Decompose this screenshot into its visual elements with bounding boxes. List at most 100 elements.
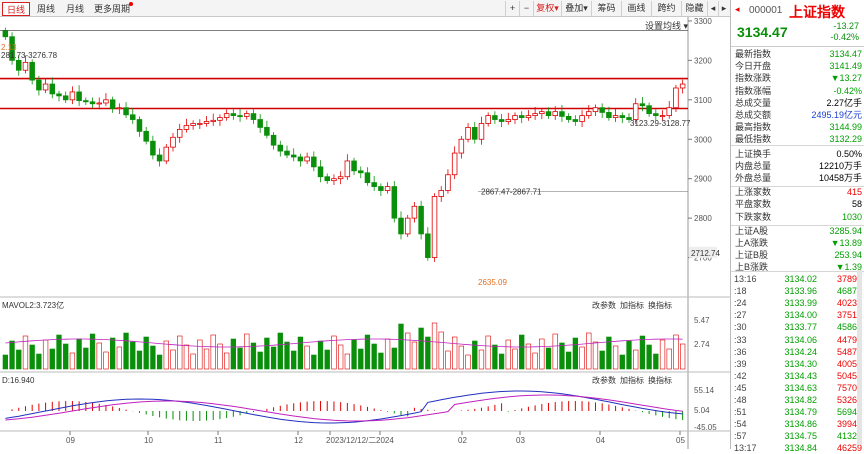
volume-bar xyxy=(250,342,257,370)
tick-price: 3134.86 xyxy=(784,419,817,430)
stat-value: ▼13.27 xyxy=(830,73,862,84)
candle-body xyxy=(244,113,250,117)
macd-y-label: -45.05 xyxy=(694,423,717,432)
candle-body xyxy=(599,107,605,113)
candle-body xyxy=(384,186,391,191)
volume-bar xyxy=(458,345,465,370)
volume-bar xyxy=(525,343,532,370)
collapse-icon[interactable]: ◂ xyxy=(735,4,740,15)
macd-menu-button: 加指标 xyxy=(620,375,644,385)
stat-value: 3132.29 xyxy=(829,134,862,145)
tab-monthly[interactable]: 月线 xyxy=(62,2,88,16)
stat-row: 指数涨跌 ▼13.27 xyxy=(731,72,864,84)
candle-body xyxy=(250,113,257,120)
tick-row: :42 3134.43 50451 xyxy=(731,370,864,382)
volume-bar xyxy=(438,331,444,370)
candle-body xyxy=(445,174,451,191)
candle-body xyxy=(217,117,223,121)
x-tick-label: 02 xyxy=(458,436,467,445)
stat-value: 2495.19亿元 xyxy=(811,110,862,120)
volume-bar xyxy=(237,347,243,370)
macd-y-label: 55.14 xyxy=(694,386,715,395)
volume-bar xyxy=(532,352,538,370)
volume-bar xyxy=(498,353,505,370)
volume-bar xyxy=(331,335,337,370)
volume-bar xyxy=(291,350,297,370)
tick-price: 3133.77 xyxy=(784,322,817,333)
candle-body xyxy=(451,152,458,176)
tick-price: 3134.02 xyxy=(784,274,817,284)
tick-row: 13:17 3134.84 46259 xyxy=(731,442,864,454)
candle-body xyxy=(612,115,619,118)
volume-bar xyxy=(96,342,102,370)
tick-row: 13:16 3134.02 37897 xyxy=(731,273,864,285)
cross-contract-button[interactable]: 跨约 xyxy=(651,1,681,16)
volume-bar xyxy=(418,327,424,370)
candle-body xyxy=(472,127,478,140)
kline-chart[interactable]: 27002800290030003100320033002.13281.73-3… xyxy=(0,17,730,449)
volume-bar xyxy=(210,334,216,370)
candle-body xyxy=(552,111,558,116)
candle-body xyxy=(619,115,626,118)
volume-bar xyxy=(284,341,290,370)
x-tick-label: 04 xyxy=(596,436,605,445)
candle-body xyxy=(659,115,666,117)
candle-body xyxy=(109,99,116,109)
volume-bar xyxy=(190,353,196,370)
volume-bar xyxy=(163,340,169,370)
volume-bar xyxy=(405,332,411,370)
volume-bar xyxy=(384,338,391,370)
x-tick-label: 11 xyxy=(214,436,223,445)
nav-left-button[interactable]: ◂ xyxy=(707,1,718,16)
adjust-button[interactable]: 复权▾ xyxy=(533,1,561,16)
annotation-mid-range: 2867.47-2867.71 xyxy=(481,188,542,197)
price-tag: 2712.74 xyxy=(691,249,720,258)
y-tick-label: 3000 xyxy=(694,135,712,144)
volume-bar xyxy=(116,346,122,370)
overlay-button[interactable]: 叠加▾ xyxy=(561,1,591,16)
volume-menu-button: 改参数 xyxy=(592,300,616,310)
stat-value: 415 xyxy=(846,187,862,198)
stat-value: 3285.94 xyxy=(829,225,862,236)
zoom-in-button[interactable]: + xyxy=(505,1,519,16)
stat-row: 上证A股 3285.94 xyxy=(731,225,864,237)
volume-bar xyxy=(599,350,605,370)
stat-value: 58 xyxy=(851,199,862,210)
last-price: 3134.47 xyxy=(737,24,788,40)
stat-row: 最新指数 3134.47 xyxy=(731,48,864,60)
chips-button[interactable]: 筹码 xyxy=(591,1,621,16)
tab-daily[interactable]: 日线 xyxy=(2,2,31,16)
candle-body xyxy=(337,176,344,180)
volume-bar xyxy=(324,349,330,370)
hide-button[interactable]: 隐藏 xyxy=(681,1,707,16)
candle-body xyxy=(143,130,149,142)
nav-right-button[interactable]: ▸ xyxy=(718,1,729,16)
volume-bar xyxy=(183,344,190,370)
tick-price: 3134.24 xyxy=(784,346,817,357)
stat-row: 下跌家数 1030 xyxy=(731,211,864,223)
tick-price: 3134.00 xyxy=(784,310,817,321)
volume-bar xyxy=(56,334,62,370)
volume-bar xyxy=(264,337,270,370)
volume-bar xyxy=(29,344,35,370)
stat-row: 上A涨跌 ▼13.89 xyxy=(731,237,864,249)
candle-body xyxy=(230,113,237,116)
stat-label: 内盘总量 xyxy=(735,160,772,171)
candle-body xyxy=(666,107,672,116)
tick-row: :24 3133.99 40236 xyxy=(731,297,864,309)
annotation-high-range: 281.73-3276.78 xyxy=(1,51,58,60)
draw-line-button[interactable]: 画线 xyxy=(621,1,651,16)
volume-bar xyxy=(552,333,558,370)
tab-weekly[interactable]: 周线 xyxy=(33,2,59,16)
tick-scrollbar[interactable] xyxy=(857,270,862,445)
tick-price: 3134.84 xyxy=(784,443,817,454)
candle-body xyxy=(525,115,532,118)
y-tick-label: 3300 xyxy=(694,17,712,26)
tick-time: :57 xyxy=(734,431,747,442)
tick-time: :48 xyxy=(734,395,747,405)
tab-more-periods[interactable]: 更多周期 xyxy=(90,2,134,16)
zoom-out-button[interactable]: − xyxy=(519,1,533,16)
tick-time: :36 xyxy=(734,346,747,357)
candle-body xyxy=(311,156,317,168)
volume-bar xyxy=(9,340,15,370)
